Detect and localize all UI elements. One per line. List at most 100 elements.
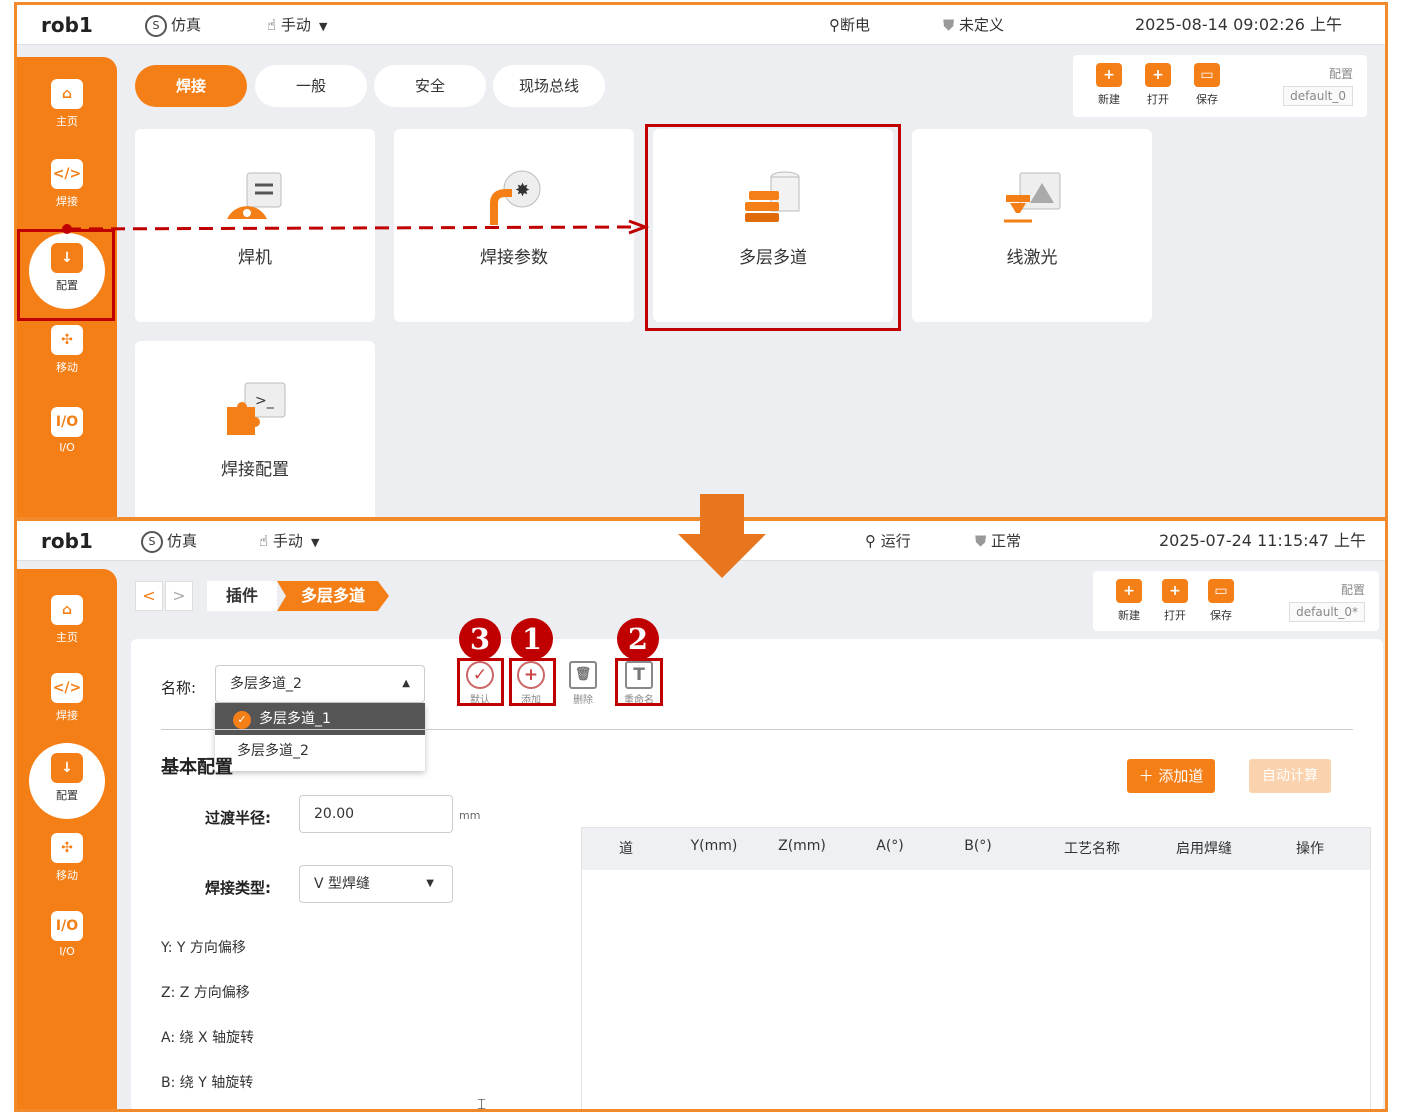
sim-mode-indicator[interactable]: S 仿真 [145, 5, 201, 45]
sidebar-item-move[interactable]: ✣ 移动 [17, 317, 117, 375]
sidebar-item-welding[interactable]: </> 焊接 [17, 665, 117, 723]
save-button[interactable]: ▭ 保存 [1203, 579, 1239, 623]
shield-icon: ⛊ [943, 16, 955, 34]
datetime: 2025-07-24 11:15:47 上午 [1159, 531, 1367, 550]
new-file-icon: + [1096, 63, 1122, 87]
hint-a: A: 绕 X 轴旋转 [161, 1030, 254, 1046]
th-pass: 道 [619, 841, 633, 857]
radius-input[interactable]: 20.00 [299, 795, 453, 833]
step-badge-2: 2 [617, 618, 659, 660]
hand-icon: ☝ [267, 16, 277, 34]
sim-mode-label: 仿真 [171, 16, 202, 34]
save-icon: ▭ [1208, 579, 1234, 603]
radius-unit: mm [459, 809, 481, 822]
code-icon: </> [51, 159, 83, 189]
name-label: 名称: [161, 679, 197, 697]
default-highlight-box [457, 658, 504, 706]
safety-status-label: 正常 [991, 532, 1022, 550]
sidebar-item-io[interactable]: I/O I/O [17, 903, 117, 958]
section-title: 基本配置 [161, 757, 233, 778]
weld-type-select[interactable]: V 型焊缝 ▼ [299, 865, 453, 903]
name-select[interactable]: 多层多道_2 ▲ [215, 665, 425, 703]
power-status: ⚲ 运行 [865, 521, 911, 561]
code-icon: </> [51, 673, 83, 703]
top-status-bar: rob1 S 仿真 ☝ 手动 ▼ ⚲断电 ⛊ 未定义 2025-08-14 09:0… [17, 5, 1385, 45]
safety-status: ⛊ 正常 [975, 521, 1021, 561]
th-y: Y(mm) [690, 838, 738, 854]
io-icon: I/O [51, 407, 83, 437]
add-pass-button[interactable]: ＋ 添加道 [1127, 759, 1215, 793]
control-mode-label: 手动 [280, 16, 311, 34]
sidebar-item-welding[interactable]: </> 焊接 [17, 151, 117, 209]
folder-icon: + [1145, 63, 1171, 87]
th-process-name: 工艺名称 [1064, 841, 1120, 857]
sidebar-item-io[interactable]: I/O I/O [17, 399, 117, 454]
sidebar-item-home[interactable]: ⌂ 主页 [17, 71, 117, 129]
tab-welding[interactable]: 焊接 [135, 65, 247, 107]
th-a: A(°) [876, 838, 904, 854]
auto-calc-button[interactable]: 自动计算 [1249, 759, 1331, 793]
dropdown-option-1[interactable]: ✓ 多层多道_1 [215, 703, 425, 735]
tab-general[interactable]: 一般 [255, 65, 367, 107]
move-icon: ✣ [51, 833, 83, 863]
breadcrumb-plugins[interactable]: 插件 [207, 581, 277, 611]
config-screen-panel: rob1 S 仿真 ☝ 手动 ▼ ⚲断电 ⛊ 未定义 2025-08-14 09:0… [14, 2, 1388, 520]
radius-label: 过渡半径: [205, 809, 271, 827]
control-mode-dropdown[interactable]: ☝ 手动 ▼ [259, 521, 319, 561]
add-highlight-box [509, 658, 556, 706]
check-icon: ✓ [233, 711, 251, 729]
shield-icon: ⛊ [975, 532, 987, 550]
svg-text:✸: ✸ [515, 180, 530, 201]
puzzle-terminal-icon: >_ [227, 382, 286, 435]
multilayer-screen-panel: rob1 S 仿真 ☝ 手动 ▼ ⚲ 运行 ⛊ 正常 2025-07-24 11:1… [14, 518, 1388, 1112]
file-toolbar: + 新建 + 打开 ▭ 保存 配置 default_0* [1093, 571, 1379, 631]
welder-gauge-icon [227, 172, 282, 219]
io-icon: I/O [51, 911, 83, 941]
card-welder-label: 焊机 [238, 248, 272, 268]
card-weld-params-label: 焊接参数 [480, 248, 548, 268]
move-icon: ✣ [51, 325, 83, 355]
dropdown-option-2[interactable]: 多层多道_2 [215, 735, 425, 767]
power-status-label: 运行 [880, 532, 911, 550]
back-button[interactable]: < [135, 581, 163, 611]
hint-b: B: 绕 Y 轴旋转 [161, 1075, 254, 1091]
hint-y: Y: Y 方向偏移 [161, 940, 246, 956]
trash-icon: 🗑 [569, 661, 597, 689]
config-name-display: 配置 default_0* [1289, 581, 1365, 622]
robot-name: rob1 [41, 529, 93, 553]
home-icon: ⌂ [51, 595, 83, 625]
robot-name: rob1 [41, 13, 93, 37]
file-toolbar: + 新建 + 打开 ▭ 保存 配置 default_0 [1073, 55, 1367, 117]
new-button[interactable]: + 新建 [1111, 579, 1147, 623]
sidebar-item-config[interactable]: ↓ 配置 [29, 743, 105, 819]
sim-mode-icon: S [141, 530, 163, 553]
safety-status-label: 未定义 [959, 16, 1005, 34]
sim-mode-indicator[interactable]: S 仿真 [141, 521, 197, 561]
card-line-laser[interactable]: 线激光 [912, 129, 1152, 322]
open-button[interactable]: + 打开 [1157, 579, 1193, 623]
save-button[interactable]: ▭ 保存 [1189, 63, 1225, 107]
tab-safety[interactable]: 安全 [374, 65, 486, 107]
th-enable-seam: 启用焊缝 [1176, 841, 1232, 857]
sidebar: ⌂ 主页 </> 焊接 ↓ 配置 ✣ 移动 I/O I/O [17, 569, 117, 1109]
new-button[interactable]: + 新建 [1091, 63, 1127, 107]
step-badge-1: 1 [511, 618, 553, 660]
control-mode-dropdown[interactable]: ☝ 手动 ▼ [267, 5, 327, 45]
multilayer-highlight-box [645, 124, 901, 331]
divider [161, 729, 1353, 730]
th-actions: 操作 [1296, 841, 1324, 857]
card-weld-config[interactable]: >_ 焊接配置 [135, 341, 375, 517]
config-highlight-box [17, 229, 115, 321]
tab-fieldbus[interactable]: 现场总线 [493, 65, 605, 107]
sidebar-item-move[interactable]: ✣ 移动 [17, 825, 117, 883]
forward-button[interactable]: > [165, 581, 193, 611]
hand-icon: ☝ [259, 532, 269, 550]
hint-z: Z: Z 方向偏移 [161, 985, 250, 1001]
power-status-label: 断电 [840, 16, 871, 34]
name-dropdown-menu: ✓ 多层多道_1 多层多道_2 [215, 703, 425, 771]
open-button[interactable]: + 打开 [1140, 63, 1176, 107]
delete-button[interactable]: 🗑 删除 [563, 661, 603, 706]
save-icon: ▭ [1194, 63, 1220, 87]
sidebar-item-home[interactable]: ⌂ 主页 [17, 587, 117, 645]
control-mode-label: 手动 [272, 532, 303, 550]
